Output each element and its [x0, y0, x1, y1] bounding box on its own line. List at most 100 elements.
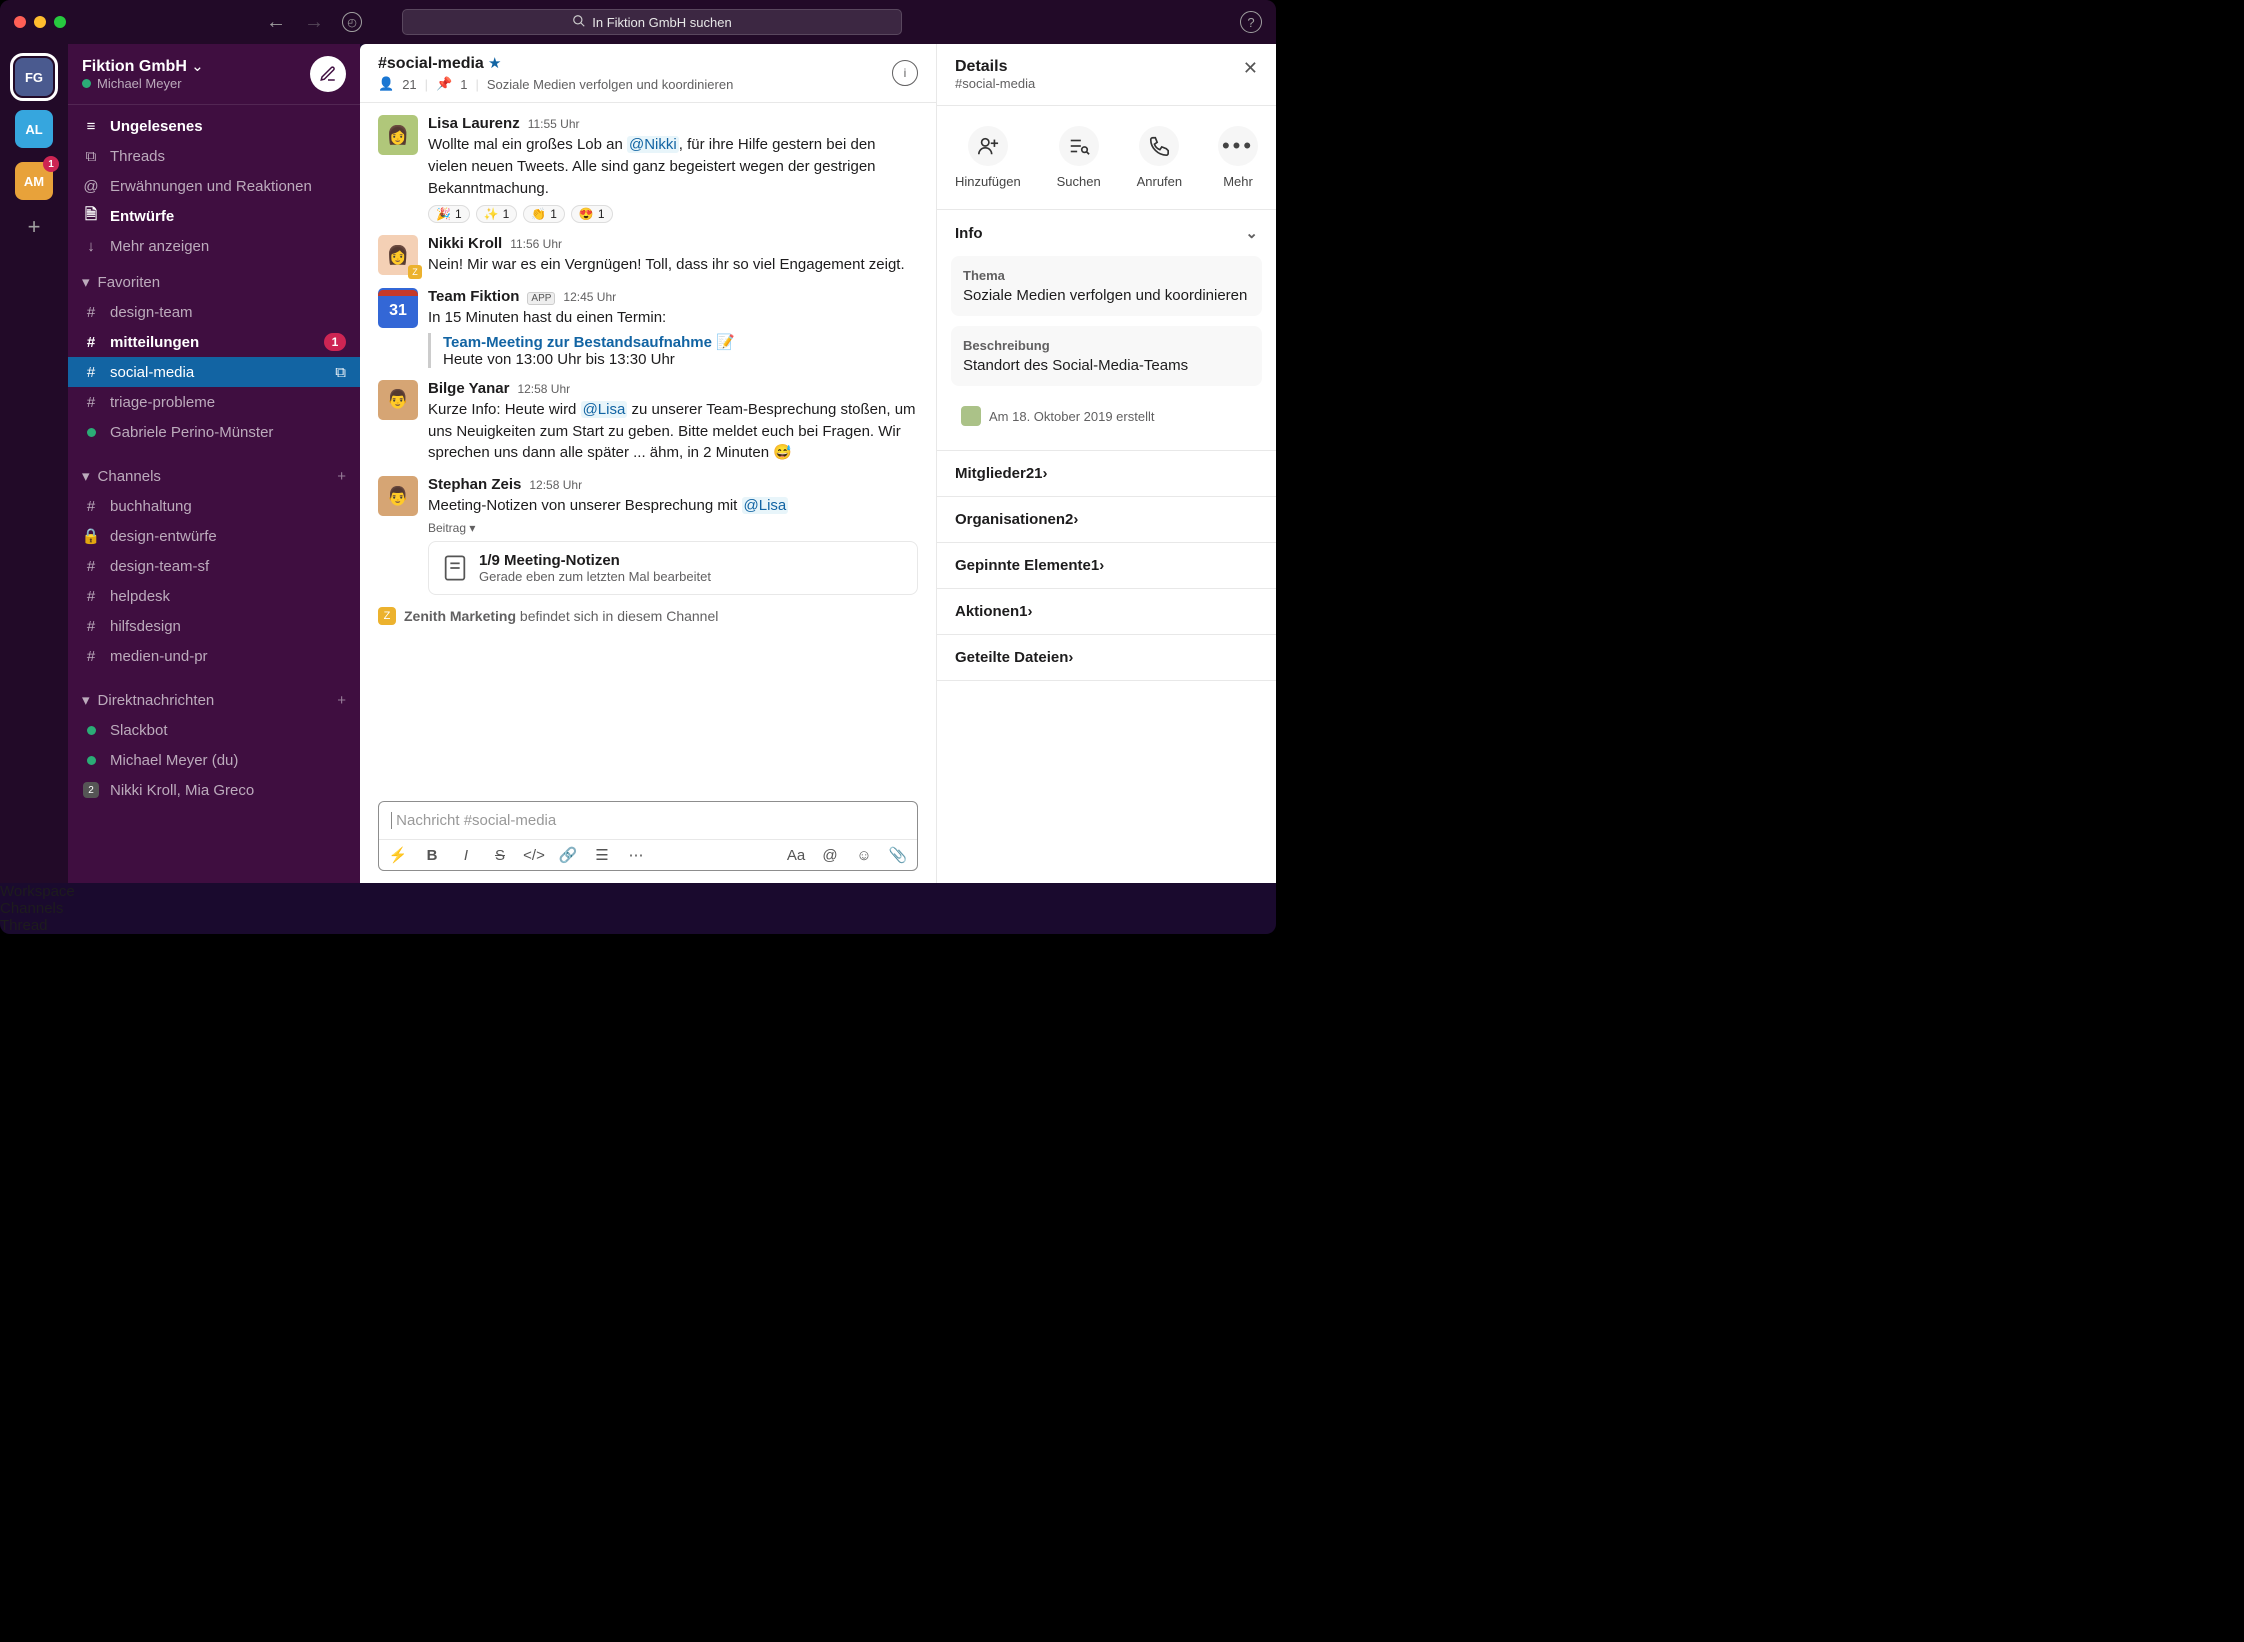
- channel-topic[interactable]: Soziale Medien verfolgen und koordiniere…: [487, 77, 733, 92]
- sidebar-item[interactable]: Slackbot: [68, 715, 360, 745]
- message-author[interactable]: Team Fiktion: [428, 288, 519, 305]
- message-list: 👩 Lisa Laurenz11:55 Uhr Wollte mal ein g…: [360, 103, 936, 801]
- current-user-name: Michael Meyer: [97, 76, 182, 91]
- message-input[interactable]: Nachricht #social-media: [379, 802, 917, 839]
- sidebar-item[interactable]: 2Nikki Kroll, Mia Greco: [68, 775, 360, 805]
- row-label: Geteilte Dateien: [955, 649, 1068, 666]
- maximize-window-icon[interactable]: [54, 16, 66, 28]
- more-format-icon[interactable]: ⋯: [627, 846, 645, 864]
- favorites-header[interactable]: ▾Favoriten: [68, 267, 360, 297]
- row-count: 1: [1019, 603, 1027, 620]
- event-link[interactable]: Team-Meeting zur Bestandsaufnahme 📝: [443, 334, 735, 351]
- details-action[interactable]: •••Mehr: [1218, 126, 1258, 189]
- reaction[interactable]: ✨1: [476, 205, 518, 223]
- add-workspace-icon[interactable]: +: [28, 214, 41, 240]
- message-text: Nein! Mir war es ein Vergnügen! Toll, da…: [428, 254, 918, 276]
- attachment[interactable]: 1/9 Meeting-Notizen Gerade eben zum letz…: [428, 541, 918, 595]
- sidebar-item[interactable]: Michael Meyer (du): [68, 745, 360, 775]
- sidebar-quick-item[interactable]: ⧉Threads: [68, 141, 360, 171]
- dm-header[interactable]: ▾Direktnachrichten+: [68, 685, 360, 715]
- help-icon[interactable]: ?: [1240, 11, 1262, 33]
- sidebar-item[interactable]: #mitteilungen1: [68, 327, 360, 357]
- workspace-tile[interactable]: AM 1: [15, 162, 53, 200]
- sidebar-item[interactable]: #design-team: [68, 297, 360, 327]
- reaction[interactable]: 😍1: [571, 205, 613, 223]
- avatar[interactable]: 👨: [378, 380, 418, 420]
- sidebar-quick-item[interactable]: @Erwähnungen und Reaktionen: [68, 171, 360, 201]
- search-placeholder: In Fiktion GmbH suchen: [592, 15, 731, 30]
- minimize-window-icon[interactable]: [34, 16, 46, 28]
- strike-icon[interactable]: S: [491, 847, 509, 864]
- pin-count[interactable]: 1: [460, 77, 467, 92]
- workspace-tile[interactable]: FG: [15, 58, 53, 96]
- message-author[interactable]: Nikki Kroll: [428, 235, 502, 252]
- code-icon[interactable]: </>: [525, 847, 543, 864]
- message-author[interactable]: Bilge Yanar: [428, 380, 509, 397]
- shortcuts-icon[interactable]: ⚡: [389, 846, 407, 864]
- avatar[interactable]: 👩Z: [378, 235, 418, 275]
- compose-button[interactable]: [310, 56, 346, 92]
- details-info-header[interactable]: Info⌄: [937, 210, 1276, 256]
- bold-icon[interactable]: B: [423, 847, 441, 864]
- list-icon[interactable]: ☰: [593, 846, 611, 864]
- details-row[interactable]: Organisationen2›: [937, 497, 1276, 542]
- sidebar-quick-item[interactable]: ≡Ungelesenes: [68, 111, 360, 141]
- history-icon[interactable]: ◴: [342, 12, 362, 32]
- channel-title[interactable]: #social-media: [378, 55, 484, 72]
- post-label[interactable]: Beitrag ▾: [428, 521, 918, 535]
- add-dm-icon[interactable]: +: [337, 692, 346, 709]
- creator-avatar: [961, 406, 981, 426]
- star-icon[interactable]: ★: [488, 55, 501, 72]
- search-input[interactable]: In Fiktion GmbH suchen: [402, 9, 902, 35]
- member-count[interactable]: 21: [402, 77, 416, 92]
- mention-icon[interactable]: @: [821, 847, 839, 864]
- link-icon[interactable]: 🔗: [559, 846, 577, 864]
- emoji-icon[interactable]: ☺: [855, 847, 873, 864]
- sidebar-quick-item[interactable]: 🗎Entwürfe: [68, 201, 360, 231]
- details-row[interactable]: Mitglieder21›: [937, 451, 1276, 496]
- message-author[interactable]: Lisa Laurenz: [428, 115, 520, 132]
- sidebar-label: Slackbot: [110, 722, 168, 739]
- message: 👩Z Nikki Kroll11:56 Uhr Nein! Mir war es…: [360, 229, 936, 282]
- text-format-icon[interactable]: Aa: [787, 847, 805, 864]
- sidebar-item[interactable]: #design-team-sf: [68, 551, 360, 581]
- avatar[interactable]: 👩: [378, 115, 418, 155]
- channels-header[interactable]: ▾Channels+: [68, 461, 360, 491]
- reaction[interactable]: 👏1: [523, 205, 565, 223]
- workspace-header[interactable]: Fiktion GmbH ⌄ Michael Meyer: [68, 44, 360, 105]
- details-row[interactable]: Gepinnte Elemente1›: [937, 543, 1276, 588]
- details-action[interactable]: Hinzufügen: [955, 126, 1021, 189]
- mention[interactable]: @Lisa: [581, 401, 628, 418]
- caret-down-icon: ▾: [82, 691, 90, 709]
- mention[interactable]: @Nikki: [627, 136, 679, 153]
- details-row[interactable]: Aktionen1›: [937, 589, 1276, 634]
- add-channel-icon[interactable]: +: [337, 468, 346, 485]
- sidebar-item[interactable]: Gabriele Perino-Münster: [68, 417, 360, 447]
- close-window-icon[interactable]: [14, 16, 26, 28]
- details-action[interactable]: Suchen: [1057, 126, 1101, 189]
- sidebar-item[interactable]: #hilfsdesign: [68, 611, 360, 641]
- nav-back-icon[interactable]: ←: [266, 11, 286, 34]
- sidebar-icon: ↓: [82, 238, 100, 255]
- channel-info-icon[interactable]: i: [892, 60, 918, 86]
- sidebar-quick-item[interactable]: ↓Mehr anzeigen: [68, 231, 360, 261]
- italic-icon[interactable]: I: [457, 847, 475, 864]
- sidebar-item[interactable]: #medien-und-pr: [68, 641, 360, 671]
- sidebar-item[interactable]: 🔒design-entwürfe: [68, 521, 360, 551]
- mention[interactable]: @Lisa: [742, 497, 789, 514]
- close-icon[interactable]: ✕: [1243, 58, 1258, 79]
- hash-icon: #: [87, 648, 95, 665]
- reaction[interactable]: 🎉1: [428, 205, 470, 223]
- message-author[interactable]: Stephan Zeis: [428, 476, 521, 493]
- sidebar-item[interactable]: #triage-probleme: [68, 387, 360, 417]
- nav-forward-icon[interactable]: →: [304, 11, 324, 34]
- sidebar-item[interactable]: #buchhaltung: [68, 491, 360, 521]
- sidebar-item[interactable]: #helpdesk: [68, 581, 360, 611]
- details-row[interactable]: Geteilte Dateien›: [937, 635, 1276, 680]
- avatar[interactable]: 👨: [378, 476, 418, 516]
- attach-icon[interactable]: 📎: [889, 846, 907, 864]
- details-action[interactable]: Anrufen: [1137, 126, 1183, 189]
- workspace-tile[interactable]: AL: [15, 110, 53, 148]
- sidebar-item[interactable]: #social-media⧉: [68, 357, 360, 387]
- desc-value: Standort des Social-Media-Teams: [963, 357, 1250, 374]
